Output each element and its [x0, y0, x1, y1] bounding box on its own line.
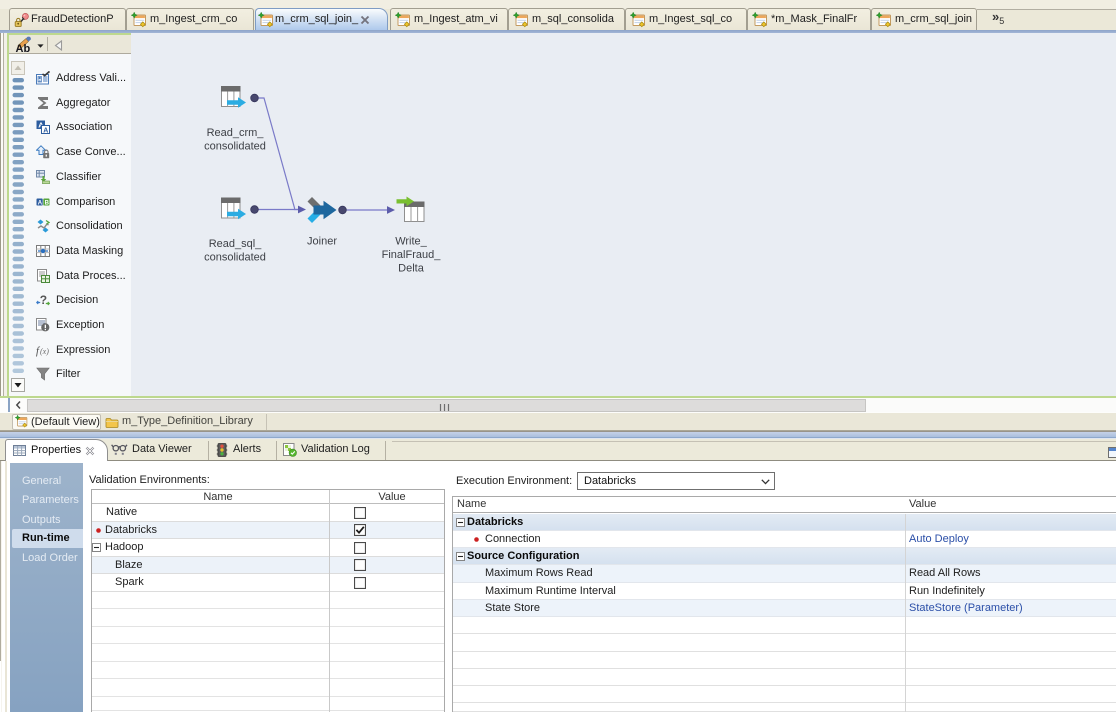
svg-text:Delta: Delta	[398, 263, 425, 275]
svg-text:Write_: Write_	[395, 236, 427, 248]
svg-text:Ab: Ab	[16, 43, 31, 54]
svg-text:consolidated: consolidated	[204, 141, 266, 153]
svg-text:?: ?	[40, 293, 47, 307]
svg-text:A: A	[38, 200, 43, 206]
svg-text:(x): (x)	[40, 347, 49, 356]
svg-text:consolidated: consolidated	[204, 252, 266, 264]
svg-text:Read_sql_: Read_sql_	[209, 238, 262, 250]
svg-text:Joiner: Joiner	[307, 236, 337, 248]
svg-text:A: A	[43, 128, 48, 135]
svg-text:FinalFraud_: FinalFraud_	[382, 249, 442, 261]
svg-text:B: B	[45, 200, 50, 206]
svg-text:Read_crm_: Read_crm_	[207, 127, 265, 139]
